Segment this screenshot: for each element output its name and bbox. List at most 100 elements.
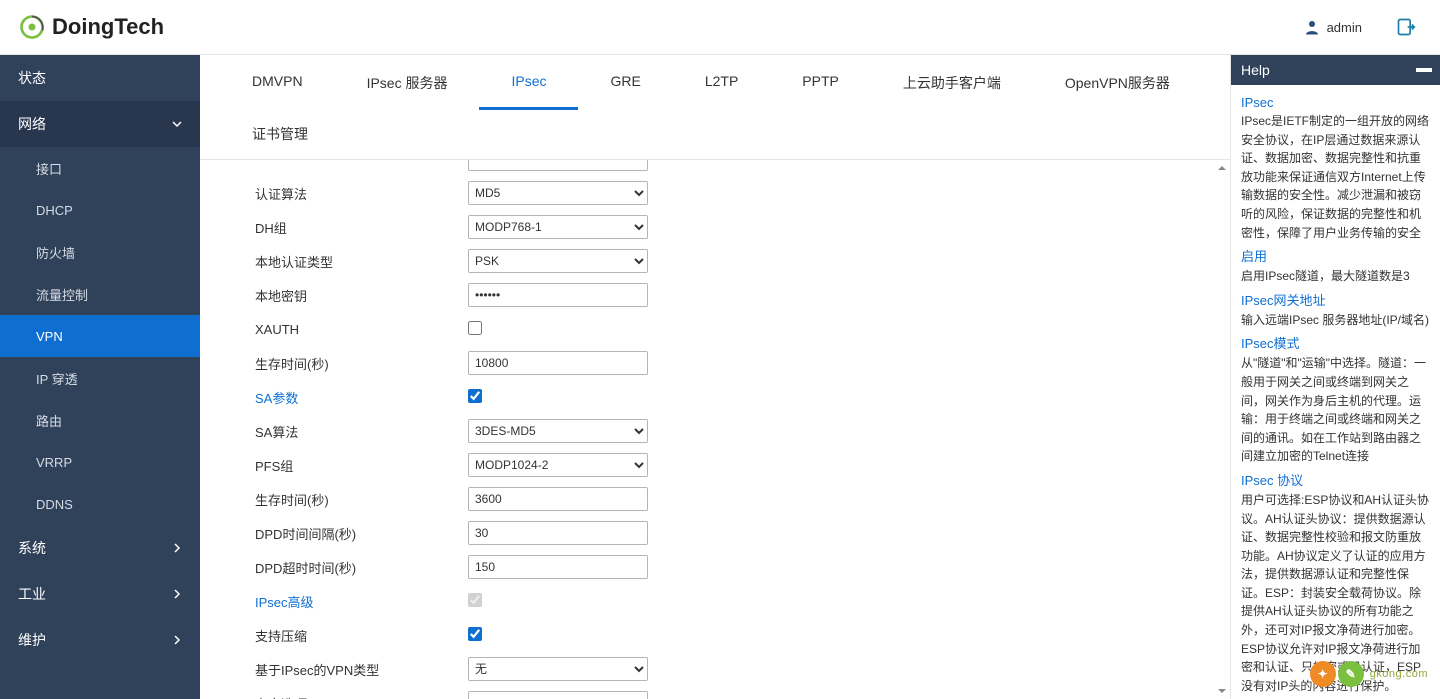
field-label-ipsec-adv: IPsec高级 — [255, 592, 468, 611]
sidebar-item-label: 网络 — [18, 114, 46, 134]
sidebar: 状态网络接口 DHCP 防火墙流量控制 VPN IP 穿透路由 VRRP DDNS 系统工业维… — [0, 55, 200, 699]
watermark-icon: ✎ — [1338, 661, 1364, 687]
sidebar-item[interactable]: 系统 — [0, 525, 200, 571]
lifetime2-input[interactable] — [468, 487, 648, 511]
sidebar-subitem[interactable]: DDNS — [0, 483, 200, 525]
logout-icon — [1396, 17, 1416, 37]
sidebar-subitem-label: DDNS — [36, 497, 73, 512]
local-key-input[interactable] — [468, 283, 648, 307]
user-menu[interactable]: admin — [1303, 18, 1362, 36]
field-label-lifetime1: 生存时间(秒) — [255, 354, 468, 373]
tab[interactable]: OpenVPN服务器 — [1033, 55, 1202, 110]
sidebar-subitem-label: DHCP — [36, 203, 73, 218]
compress-checkbox[interactable] — [468, 627, 482, 641]
ipsec-adv-checkbox — [468, 593, 482, 607]
field-label-xauth: XAUTH — [255, 322, 468, 337]
field-label-vpn-type: 基于IPsec的VPN类型 — [255, 660, 468, 679]
vpn-type-select[interactable]: 无 — [468, 657, 648, 681]
chevron-down-icon — [172, 119, 182, 129]
chevron-right-icon — [172, 635, 182, 645]
field-label-expert: 专家选项 — [255, 694, 468, 699]
help-section-desc: IPsec是IETF制定的一组开放的网络安全协议，在IP层通过数据来源认证、数据… — [1241, 112, 1432, 242]
lifetime1-input[interactable] — [468, 351, 648, 375]
sidebar-subitem[interactable]: 防火墙 — [0, 231, 200, 273]
sa-algo-select[interactable]: 3DES-MD5 — [468, 419, 648, 443]
tab[interactable]: L2TP — [673, 55, 770, 110]
watermark-badge: ✦ ✎ gkong.com — [1310, 661, 1428, 687]
sidebar-subitem[interactable]: 接口 — [0, 147, 200, 189]
watermark-text: gkong.com — [1370, 668, 1428, 680]
sidebar-item-label: 工业 — [18, 584, 46, 604]
chevron-right-icon — [172, 543, 182, 553]
help-section-desc: 从"隧道"和"运输"中选择。隧道：一般用于网关之间或终端到网关之间，网关作为身后… — [1241, 354, 1432, 466]
sidebar-subitem-label: VPN — [36, 329, 63, 344]
tab[interactable]: 证书管理 — [220, 110, 340, 159]
field-label-dh-group: DH组 — [255, 218, 468, 237]
field-label-local-auth-type: 本地认证类型 — [255, 252, 468, 271]
sidebar-item[interactable]: 状态 — [0, 55, 200, 101]
field-label-sa-param: SA参数 — [255, 388, 468, 407]
tab[interactable]: IPsec — [479, 55, 578, 110]
help-section-title: IPsec — [1241, 95, 1432, 110]
field-label-dpd-timeout: DPD超时时间(秒) — [255, 558, 468, 577]
expert-input[interactable] — [468, 691, 648, 699]
tab[interactable]: DMVPN — [220, 55, 335, 110]
field-label-dpd-interval: DPD时间间隔(秒) — [255, 524, 468, 543]
app-header: DoingTech admin — [0, 0, 1440, 55]
sidebar-subitem-label: 防火墙 — [36, 243, 75, 262]
username-label: admin — [1327, 20, 1362, 35]
help-collapse-button[interactable] — [1416, 68, 1432, 72]
sidebar-item[interactable]: 网络 — [0, 101, 200, 147]
dpd-interval-input[interactable] — [468, 521, 648, 545]
scrollbar[interactable] — [1214, 160, 1230, 699]
sidebar-item[interactable]: 工业 — [0, 571, 200, 617]
dpd-timeout-input[interactable] — [468, 555, 648, 579]
help-panel: Help IPsec IPsec是IETF制定的一组开放的网络安全协议，在IP层通… — [1230, 55, 1440, 699]
pfs-group-select[interactable]: MODP1024-2 — [468, 453, 648, 477]
help-section-title: IPsec 协议 — [1241, 470, 1432, 489]
xauth-checkbox[interactable] — [468, 321, 482, 335]
tab[interactable]: PPTP — [770, 55, 871, 110]
form-area: 认证算法 MD5 DH组 MODP768-1 本地认证类型 PSK 本地密钥 X… — [200, 159, 1230, 699]
help-title: Help — [1241, 62, 1270, 78]
sidebar-item-label: 状态 — [18, 68, 46, 88]
sidebar-item-label: 维护 — [18, 630, 46, 650]
sidebar-subitem[interactable]: VRRP — [0, 441, 200, 483]
help-section-title: IPsec网关地址 — [1241, 290, 1432, 309]
sidebar-item[interactable]: 维护 — [0, 617, 200, 663]
scroll-up-button[interactable] — [1214, 160, 1230, 176]
field-label-lifetime2: 生存时间(秒) — [255, 490, 468, 509]
help-section-title: 启用 — [1241, 246, 1432, 265]
sidebar-subitem[interactable]: VPN — [0, 315, 200, 357]
sidebar-item-label: 系统 — [18, 538, 46, 558]
field-label-compress: 支持压缩 — [255, 626, 468, 645]
chevron-right-icon — [172, 589, 182, 599]
top-input[interactable] — [468, 160, 648, 171]
sidebar-subitem-label: VRRP — [36, 455, 72, 470]
help-section-desc: 输入远端IPsec 服务器地址(IP/域名) — [1241, 311, 1432, 330]
help-section-desc: 启用IPsec隧道，最大隧道数是3 — [1241, 267, 1432, 286]
sidebar-subitem[interactable]: IP 穿透 — [0, 357, 200, 399]
auth-algo-select[interactable]: MD5 — [468, 181, 648, 205]
sidebar-subitem[interactable]: 路由 — [0, 399, 200, 441]
field-label-local-key: 本地密钥 — [255, 286, 468, 305]
local-auth-type-select[interactable]: PSK — [468, 249, 648, 273]
field-label-pfs-group: PFS组 — [255, 456, 468, 475]
sidebar-subitem-label: 流量控制 — [36, 285, 88, 304]
scroll-down-button[interactable] — [1214, 683, 1230, 699]
field-label-sa-algo: SA算法 — [255, 422, 468, 441]
sidebar-subitem-label: 接口 — [36, 159, 62, 178]
tab[interactable]: GRE — [578, 55, 672, 110]
tab-bar: DMVPNIPsec 服务器IPsecGREL2TPPPTP上云助手客户端Ope… — [200, 55, 1230, 159]
sidebar-subitem[interactable]: 流量控制 — [0, 273, 200, 315]
user-icon — [1303, 18, 1321, 36]
brand-name: DoingTech — [52, 14, 164, 40]
tab[interactable]: IPsec 服务器 — [335, 55, 480, 110]
brand-logo: DoingTech — [18, 13, 164, 41]
logout-button[interactable] — [1392, 13, 1420, 41]
tab[interactable]: 上云助手客户端 — [871, 55, 1033, 110]
sa-param-checkbox[interactable] — [468, 389, 482, 403]
dh-group-select[interactable]: MODP768-1 — [468, 215, 648, 239]
sidebar-subitem-label: 路由 — [36, 411, 62, 430]
sidebar-subitem[interactable]: DHCP — [0, 189, 200, 231]
